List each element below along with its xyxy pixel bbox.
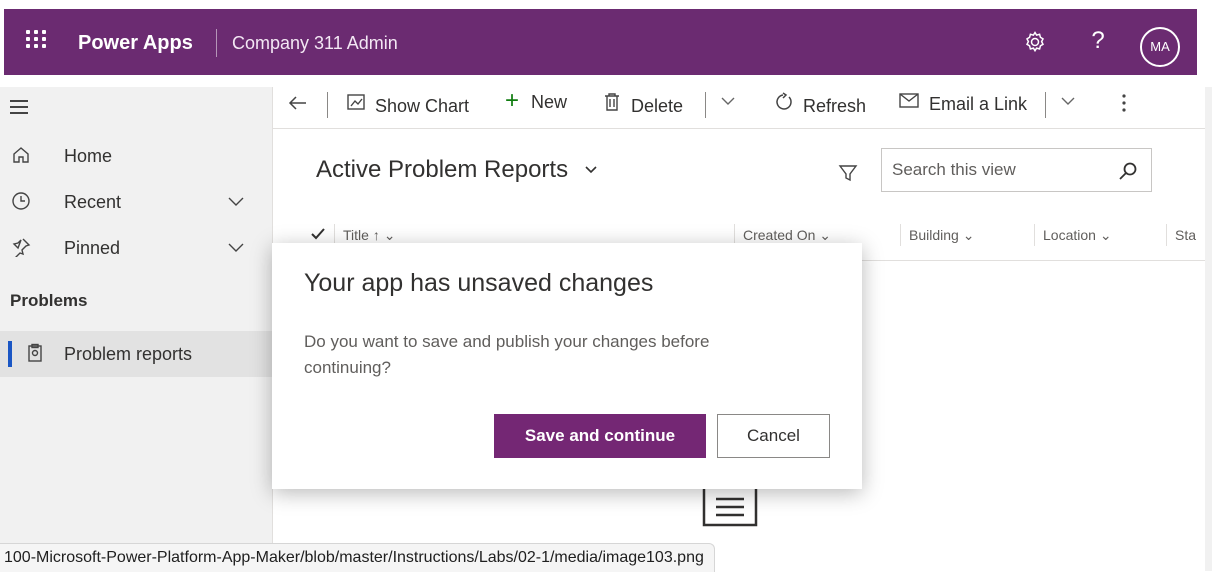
column-created-on-label: Created On [743, 227, 816, 243]
chevron-down-icon[interactable] [226, 191, 246, 211]
sidebar-item-label: Home [64, 146, 113, 166]
plus-icon: + [504, 87, 519, 114]
command-bar: Show Chart + New Delete Refresh Email a L… [273, 82, 1212, 129]
scrollbar[interactable] [1205, 87, 1212, 571]
chevron-down-icon [583, 157, 599, 185]
column-status-label: Sta [1175, 227, 1197, 243]
selected-indicator [8, 341, 12, 367]
unsaved-changes-dialog: Your app has unsaved changes Do you want… [272, 243, 862, 489]
hamburger-menu-icon[interactable] [10, 100, 28, 114]
chart-icon [345, 92, 367, 117]
chevron-down-icon[interactable] [226, 237, 246, 257]
sidebar-item-home[interactable]: Home [0, 137, 272, 177]
filter-icon[interactable] [838, 163, 860, 185]
toolbar-divider [705, 92, 706, 118]
column-title-label: Title ↑ [343, 227, 380, 243]
topbar-divider [216, 29, 217, 57]
show-chart-label: Show Chart [375, 96, 470, 116]
dialog-title: Your app has unsaved changes [304, 269, 654, 297]
status-bar-url: 100-Microsoft-Power-Platform-App-Maker/b… [0, 543, 715, 572]
sidebar-item-pinned[interactable]: Pinned [0, 229, 272, 269]
app-name[interactable]: Power Apps [78, 32, 193, 55]
clipboard-icon [24, 343, 46, 365]
refresh-button[interactable]: Refresh [773, 92, 866, 117]
column-building-label: Building [909, 227, 959, 243]
column-header-status[interactable]: Sta [1166, 224, 1196, 246]
email-link-button[interactable]: Email a Link [899, 92, 1027, 115]
home-icon [10, 145, 32, 167]
sidebar-item-label: Problem reports [64, 344, 193, 364]
chevron-down-icon[interactable] [1059, 92, 1077, 115]
save-and-continue-button[interactable]: Save and continue [494, 414, 706, 458]
back-icon[interactable] [287, 92, 309, 119]
gear-icon[interactable] [1022, 30, 1048, 56]
cancel-button[interactable]: Cancel [717, 414, 830, 458]
sidebar-item-problem-reports[interactable]: Problem reports [0, 331, 272, 377]
dialog-message: Do you want to save and publish your cha… [304, 332, 710, 377]
chevron-down-icon[interactable] [719, 92, 737, 115]
toolbar-divider [327, 92, 328, 118]
trash-icon [601, 92, 623, 117]
refresh-icon [773, 92, 795, 117]
environment-name: Company 311 Admin [232, 33, 398, 53]
delete-label: Delete [631, 96, 684, 116]
avatar[interactable]: MA [1140, 27, 1180, 67]
pin-icon [10, 237, 32, 260]
search-box[interactable] [881, 148, 1152, 192]
chevron-down-icon: ⌄ [1099, 227, 1112, 243]
clock-icon [10, 191, 32, 213]
sidebar-section-title: Problems [10, 291, 88, 310]
refresh-label: Refresh [803, 96, 867, 116]
toolbar-divider [1045, 92, 1046, 118]
search-input[interactable] [890, 159, 1104, 181]
more-options-icon[interactable] [1121, 92, 1127, 119]
search-icon[interactable] [1118, 161, 1138, 181]
new-label: New [531, 92, 568, 112]
view-selector[interactable]: Active Problem Reports [316, 156, 599, 185]
column-header-building[interactable]: Building ⌄ [900, 224, 974, 246]
empty-list-icon [702, 487, 758, 527]
help-icon[interactable]: ? [1088, 27, 1108, 54]
email-link-icon [899, 92, 921, 115]
sidebar-item-recent[interactable]: Recent [0, 183, 272, 223]
column-header-location[interactable]: Location ⌄ [1034, 224, 1112, 246]
chevron-down-icon: ⌄ [962, 227, 975, 243]
sidebar-item-label: Pinned [64, 238, 121, 258]
app-launcher-icon[interactable] [26, 30, 50, 54]
column-location-label: Location [1043, 227, 1096, 243]
chevron-down-icon: ⌄ [383, 227, 396, 243]
show-chart-button[interactable]: Show Chart [345, 92, 469, 117]
delete-button[interactable]: Delete [601, 92, 683, 117]
sidebar-item-label: Recent [64, 192, 122, 212]
chevron-down-icon: ⌄ [819, 227, 831, 243]
new-button[interactable]: + New [501, 87, 568, 114]
view-title: Active Problem Reports [316, 156, 569, 183]
email-link-label: Email a Link [929, 94, 1028, 114]
